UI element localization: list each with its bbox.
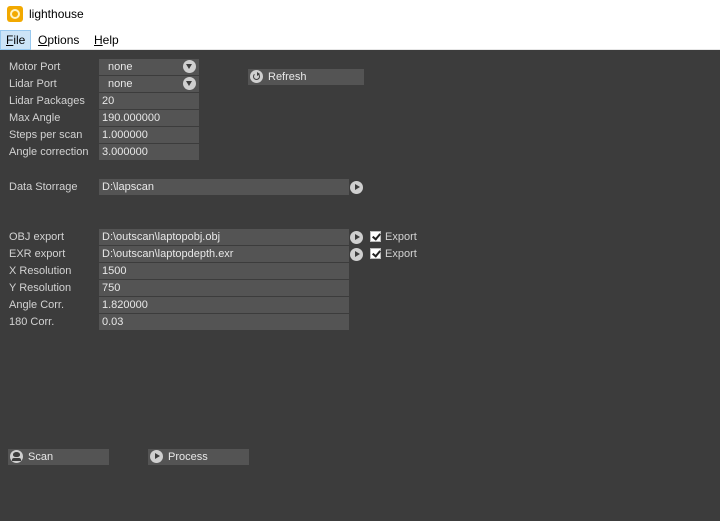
y-resolution-label: Y Resolution — [9, 282, 72, 294]
exr-export-checkbox[interactable] — [370, 248, 381, 259]
lidar-packages-label: Lidar Packages — [9, 95, 85, 107]
lidar-packages-input[interactable]: 20 — [99, 93, 199, 109]
exr-export-checkbox-label: Export — [385, 248, 417, 260]
browse-arrow-icon[interactable] — [350, 231, 363, 244]
angle-corr-label: Angle Corr. — [9, 299, 65, 311]
chevron-down-icon[interactable] — [183, 77, 196, 90]
motor-port-label: Motor Port — [9, 61, 61, 73]
motor-port-select[interactable]: none — [99, 59, 199, 75]
menu-help[interactable]: Help — [89, 30, 124, 50]
exr-export-label: EXR export — [9, 248, 66, 260]
x-resolution-label: X Resolution — [9, 265, 72, 277]
lidar-port-select[interactable]: none — [99, 76, 199, 92]
angle-correction-input[interactable]: 3.000000 — [99, 144, 199, 160]
obj-export-checkbox[interactable] — [370, 231, 381, 242]
data-storage-input[interactable]: D:\lapscan — [99, 179, 349, 195]
exr-export-input[interactable]: D:\outscan\laptopdepth.exr — [99, 246, 349, 262]
steps-per-scan-label: Steps per scan — [9, 129, 83, 141]
menu-bar: File Options Help — [0, 30, 720, 50]
scan-button-label: Scan — [28, 451, 54, 463]
browse-arrow-icon[interactable] — [350, 181, 363, 194]
process-button-label: Process — [168, 451, 208, 463]
refresh-icon — [250, 70, 263, 83]
steps-per-scan-input[interactable]: 1.000000 — [99, 127, 199, 143]
max-angle-label: Max Angle — [9, 112, 61, 124]
menu-file[interactable]: File — [0, 30, 32, 50]
lighthouse-app-icon — [7, 6, 23, 22]
menu-options[interactable]: Options — [33, 30, 84, 50]
x-resolution-input[interactable]: 1500 — [99, 263, 349, 279]
corr-180-input[interactable]: 0.03 — [99, 314, 349, 330]
angle-corr-input[interactable]: 1.820000 — [99, 297, 349, 313]
data-storage-label: Data Storrage — [9, 181, 78, 193]
play-icon — [150, 450, 163, 463]
browse-arrow-icon[interactable] — [350, 248, 363, 261]
motor-port-value: none — [108, 61, 133, 73]
lidar-port-value: none — [108, 78, 133, 90]
window-title: lighthouse — [29, 7, 84, 21]
refresh-button-label: Refresh — [268, 71, 307, 83]
scan-button[interactable]: Scan — [8, 449, 109, 465]
max-angle-input[interactable]: 190.000000 — [99, 110, 199, 126]
obj-export-checkbox-label: Export — [385, 231, 417, 243]
process-button[interactable]: Process — [148, 449, 249, 465]
y-resolution-input[interactable]: 750 — [99, 280, 349, 296]
corr-180-label: 180 Corr. — [9, 316, 55, 328]
refresh-button[interactable]: Refresh — [248, 69, 364, 85]
chevron-down-icon[interactable] — [183, 60, 196, 73]
angle-correction-label: Angle correction — [9, 146, 89, 158]
title-bar: lighthouse — [0, 0, 720, 30]
obj-export-label: OBJ export — [9, 231, 65, 243]
obj-export-input[interactable]: D:\outscan\laptopobj.obj — [99, 229, 349, 245]
scan-icon — [10, 450, 23, 463]
lidar-port-label: Lidar Port — [9, 78, 57, 90]
